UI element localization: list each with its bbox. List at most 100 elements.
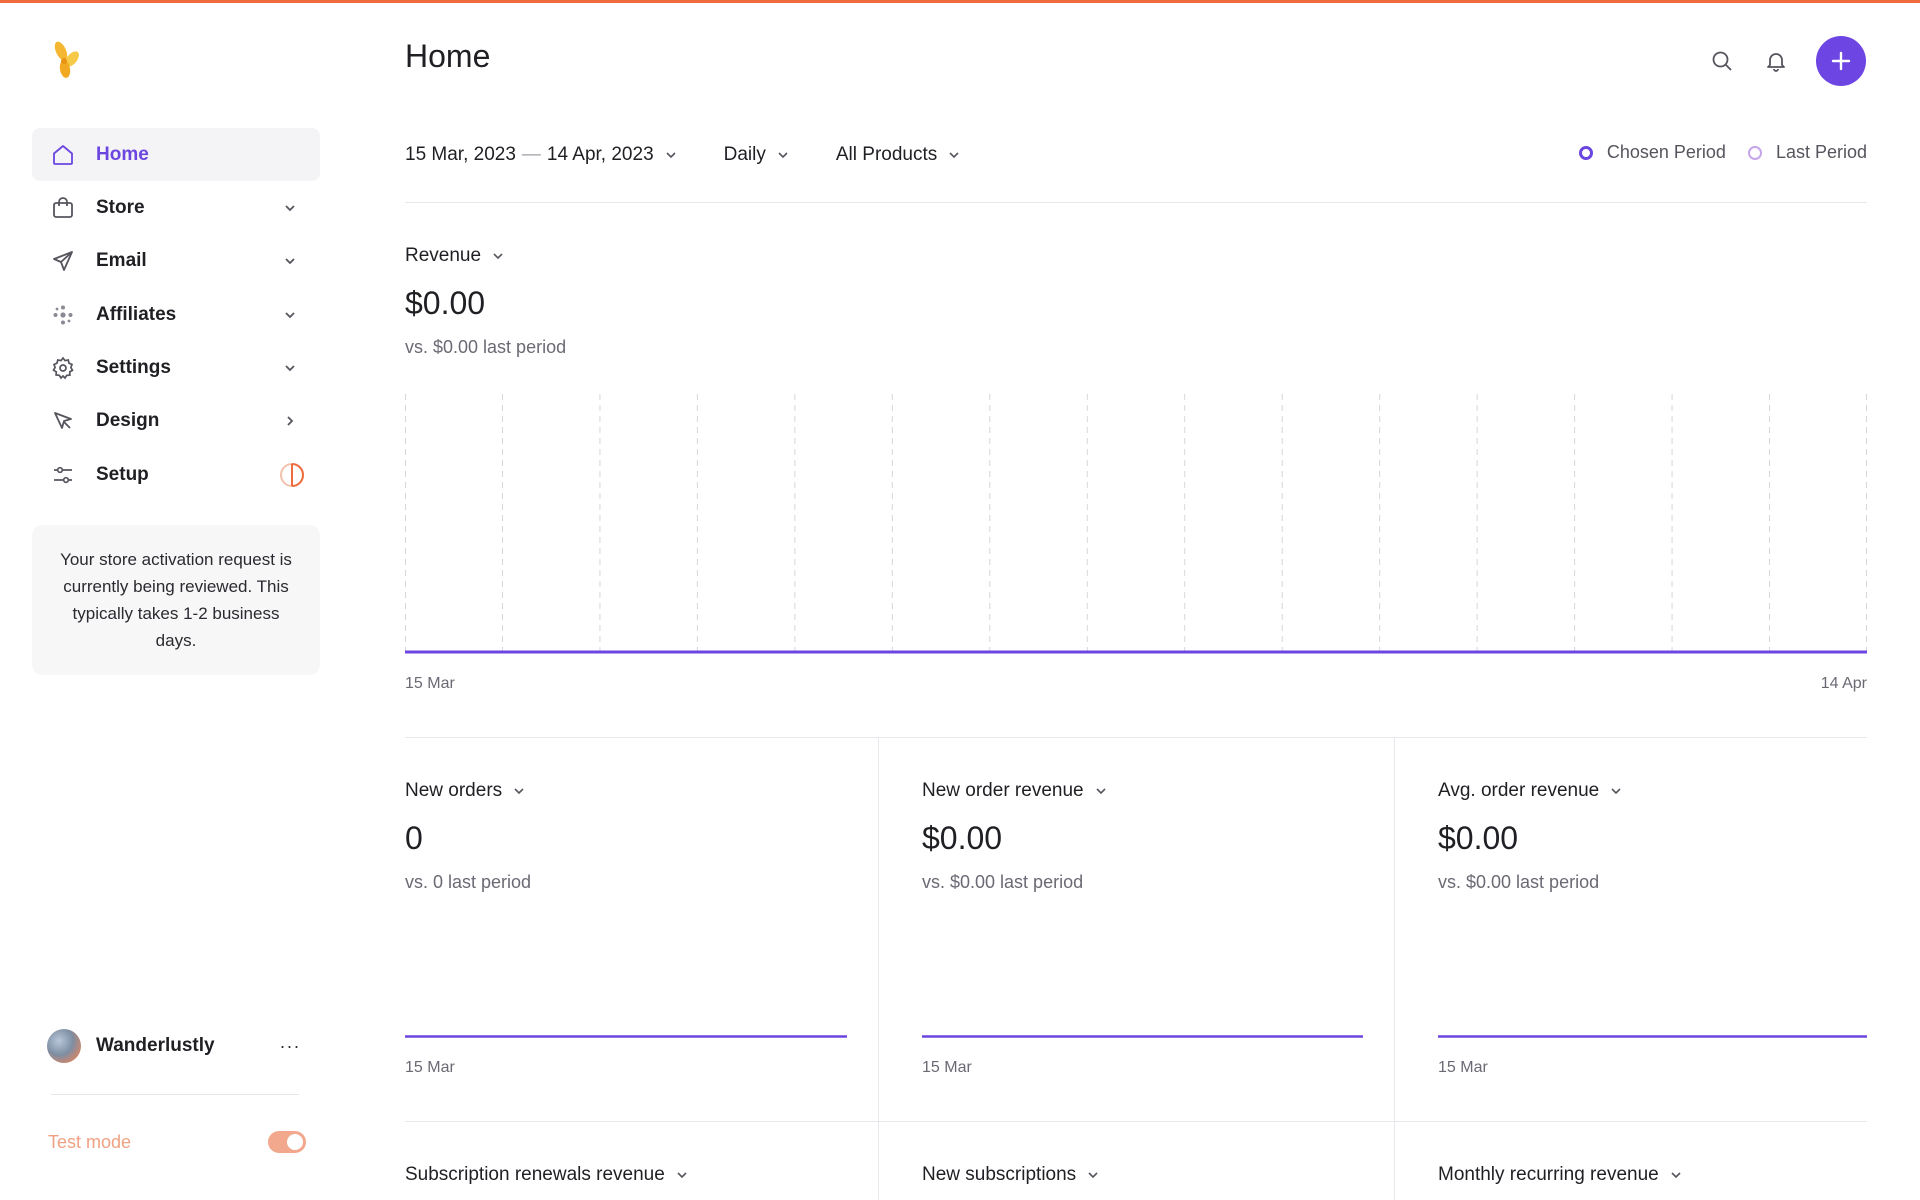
sidebar-item-label: Design [96, 410, 160, 432]
revenue-comparison: vs. $0.00 last period [405, 337, 567, 357]
chevron-right-icon[interactable] [280, 411, 300, 431]
cursor-icon [50, 408, 76, 434]
bell-icon[interactable] [1762, 47, 1790, 75]
date-start: 15 Mar, 2023 [405, 144, 516, 165]
send-icon [50, 248, 76, 274]
metric-label: Monthly recurring revenue [1438, 1164, 1659, 1185]
filter-divider [405, 202, 1867, 203]
date-range-picker[interactable]: 15 Mar, 2023 — 14 Apr, 2023 [405, 144, 678, 166]
x-tick-label: 14 Apr [1820, 675, 1867, 692]
avg-order-revenue-comparison: vs. $0.00 last period [1438, 872, 1600, 892]
metric-label: Subscription renewals revenue [405, 1164, 665, 1185]
x-tick-label: 15 Mar [405, 675, 455, 692]
sidebar-item-setup[interactable]: Setup [32, 448, 320, 501]
filter-bar: 15 Mar, 2023 — 14 Apr, 2023 Daily All Pr… [405, 142, 1867, 168]
date-separator: — [521, 144, 541, 165]
sidebar-item-label: Store [96, 196, 145, 218]
products-value: All Products [835, 144, 938, 165]
x-tick-label: 15 Mar [405, 1059, 455, 1076]
new-orders-comparison: vs. 0 last period [405, 872, 532, 892]
new-orders-metric-select[interactable]: New orders [405, 780, 526, 802]
legend-chosen-period: Chosen Period [1578, 142, 1726, 163]
sidebar-item-affiliates[interactable]: Affiliates [32, 288, 320, 341]
interval-value: Daily [723, 144, 766, 165]
plus-icon [1831, 51, 1851, 71]
chart-legend: Chosen Period Last Period [1557, 142, 1867, 163]
chevron-down-icon [512, 784, 526, 798]
sidebar-divider [51, 1094, 299, 1095]
chevron-down-icon [1094, 784, 1108, 798]
more-options-icon[interactable]: ··· [275, 1036, 305, 1057]
gear-icon [50, 355, 76, 381]
sliders-icon [50, 462, 76, 488]
section-divider [405, 737, 1867, 738]
shopping-bag-icon [50, 195, 76, 221]
sidebar-item-label: Settings [96, 357, 171, 379]
metric-label: Revenue [405, 245, 482, 266]
card-separator [878, 738, 879, 1200]
search-icon[interactable] [1708, 47, 1736, 75]
new-order-revenue-comparison: vs. $0.00 last period [922, 872, 1084, 892]
add-button[interactable] [1816, 36, 1866, 86]
chevron-down-icon[interactable] [280, 358, 300, 378]
legend-label: Chosen Period [1606, 142, 1726, 162]
subscription-renewals-metric-select[interactable]: Subscription renewals revenue [405, 1164, 689, 1186]
metric-label: Avg. order revenue [1438, 780, 1600, 801]
brand-logo[interactable] [50, 39, 84, 81]
new-subscriptions-metric-select[interactable]: New subscriptions [922, 1164, 1100, 1186]
sidebar-item-label: Affiliates [96, 303, 177, 325]
sidebar-item-store[interactable]: Store [32, 181, 320, 234]
test-mode-label: Test mode [48, 1131, 132, 1152]
chevron-down-icon [1669, 1168, 1683, 1182]
sidebar-nav: Home Store Email Affiliates Settings Des… [32, 128, 320, 502]
avg-order-revenue-line [1438, 1035, 1867, 1038]
new-orders-value: 0 [405, 820, 423, 856]
chosen-period-marker [1578, 145, 1593, 160]
sidebar-item-label: Setup [96, 463, 149, 485]
new-order-revenue-metric-select[interactable]: New order revenue [922, 780, 1108, 802]
sidebar-item-label: Home [96, 143, 149, 165]
chevron-down-icon[interactable] [280, 198, 300, 218]
card-separator [1394, 738, 1395, 1200]
page-title: Home [405, 38, 491, 74]
sidebar: Home Store Email Affiliates Settings Des… [0, 3, 344, 1200]
metric-label: New subscriptions [922, 1164, 1077, 1185]
avg-order-revenue-value: $0.00 [1438, 820, 1519, 856]
legend-last-period: Last Period [1747, 142, 1867, 163]
header-actions [1708, 36, 1866, 86]
chevron-down-icon [947, 148, 961, 162]
chevron-down-icon [664, 148, 678, 162]
avg-order-revenue-metric-select[interactable]: Avg. order revenue [1438, 780, 1623, 802]
chevron-down-icon[interactable] [280, 305, 300, 325]
setup-progress-icon [279, 462, 305, 488]
products-select[interactable]: All Products [836, 144, 961, 166]
revenue-value: $0.00 [405, 285, 486, 321]
monthly-recurring-revenue-metric-select[interactable]: Monthly recurring revenue [1438, 1164, 1683, 1186]
legend-label: Last Period [1775, 142, 1867, 162]
test-mode-row: Test mode [48, 1131, 306, 1153]
store-activation-notice: Your store activation request is current… [32, 525, 320, 675]
chevron-down-icon[interactable] [280, 251, 300, 271]
sidebar-item-home[interactable]: Home [32, 128, 320, 181]
section-divider [405, 1121, 1867, 1122]
new-orders-line [405, 1035, 847, 1038]
metric-label: New order revenue [922, 780, 1084, 801]
last-period-marker [1747, 145, 1762, 160]
sidebar-item-settings[interactable]: Settings [32, 342, 320, 395]
x-tick-label: 15 Mar [1438, 1059, 1488, 1076]
avatar[interactable] [47, 1029, 81, 1063]
chevron-down-icon [1086, 1168, 1100, 1182]
affiliates-network-icon [50, 302, 76, 328]
user-menu[interactable]: Wanderlustly ··· [47, 1029, 305, 1063]
toggle-knob [287, 1134, 303, 1150]
chevron-down-icon [776, 148, 790, 162]
test-mode-toggle[interactable] [268, 1131, 306, 1153]
chevron-down-icon [1609, 784, 1623, 798]
x-tick-label: 15 Mar [922, 1059, 972, 1076]
notice-text: Your store activation request is current… [60, 550, 292, 650]
interval-select[interactable]: Daily [724, 144, 790, 166]
sidebar-item-email[interactable]: Email [32, 235, 320, 288]
revenue-metric-select[interactable]: Revenue [405, 245, 505, 267]
sidebar-item-design[interactable]: Design [32, 395, 320, 448]
home-icon [50, 142, 76, 168]
